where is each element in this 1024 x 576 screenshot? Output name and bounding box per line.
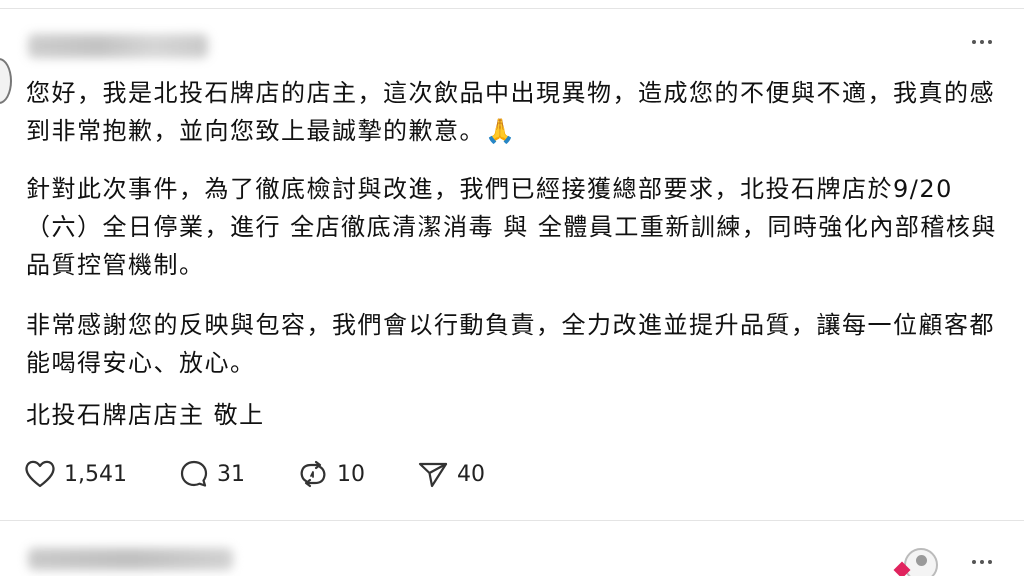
avatar-head-shape xyxy=(916,555,927,566)
repost-icon xyxy=(300,460,326,488)
post-paragraph-3: 非常感謝您的反映與包容，我們會以行動負責，全力改進並提升品質，讓每一位顧客都能喝… xyxy=(26,311,995,377)
send-icon xyxy=(418,462,448,488)
author-username-blurred[interactable] xyxy=(28,34,208,58)
post-action-bar: 1,541 31 10 40 xyxy=(24,456,537,492)
repost-button[interactable]: 10 xyxy=(297,459,365,489)
like-button[interactable]: 1,541 xyxy=(24,459,127,489)
post-paragraph-1: 您好，我是北投石牌店的店主，這次飲品中出現異物，造成您的不便與不適，我真的感到非… xyxy=(26,79,995,145)
comment-bubble-icon xyxy=(180,460,208,487)
threads-post-screen: 您好，我是北投石牌店的店主，這次飲品中出現異物，造成您的不便與不適，我真的感到非… xyxy=(0,0,1024,576)
next-post-more-options-icon[interactable] xyxy=(972,560,992,564)
post-body: 您好，我是北投石牌店的店主，這次飲品中出現異物，造成您的不便與不適，我真的感到非… xyxy=(26,74,1001,404)
top-divider xyxy=(0,8,1024,9)
post-paragraph-2: 針對此次事件，為了徹底檢討與改進，我們已經接獲總部要求，北投石牌店於9/20（六… xyxy=(26,175,997,279)
heart-icon xyxy=(25,460,55,488)
share-button[interactable]: 40 xyxy=(417,459,485,489)
author-avatar[interactable] xyxy=(0,58,12,104)
next-post-username-blurred[interactable] xyxy=(28,548,233,570)
bottom-divider xyxy=(0,520,1024,521)
repost-count: 10 xyxy=(336,461,365,487)
like-count: 1,541 xyxy=(64,461,127,487)
next-post-avatar[interactable] xyxy=(904,548,938,576)
post-signature: 北投石牌店店主 敬上 xyxy=(26,401,265,429)
more-options-icon[interactable] xyxy=(972,40,992,44)
comment-count: 31 xyxy=(216,461,245,487)
comment-button[interactable]: 31 xyxy=(179,459,245,489)
share-count: 40 xyxy=(456,461,485,487)
